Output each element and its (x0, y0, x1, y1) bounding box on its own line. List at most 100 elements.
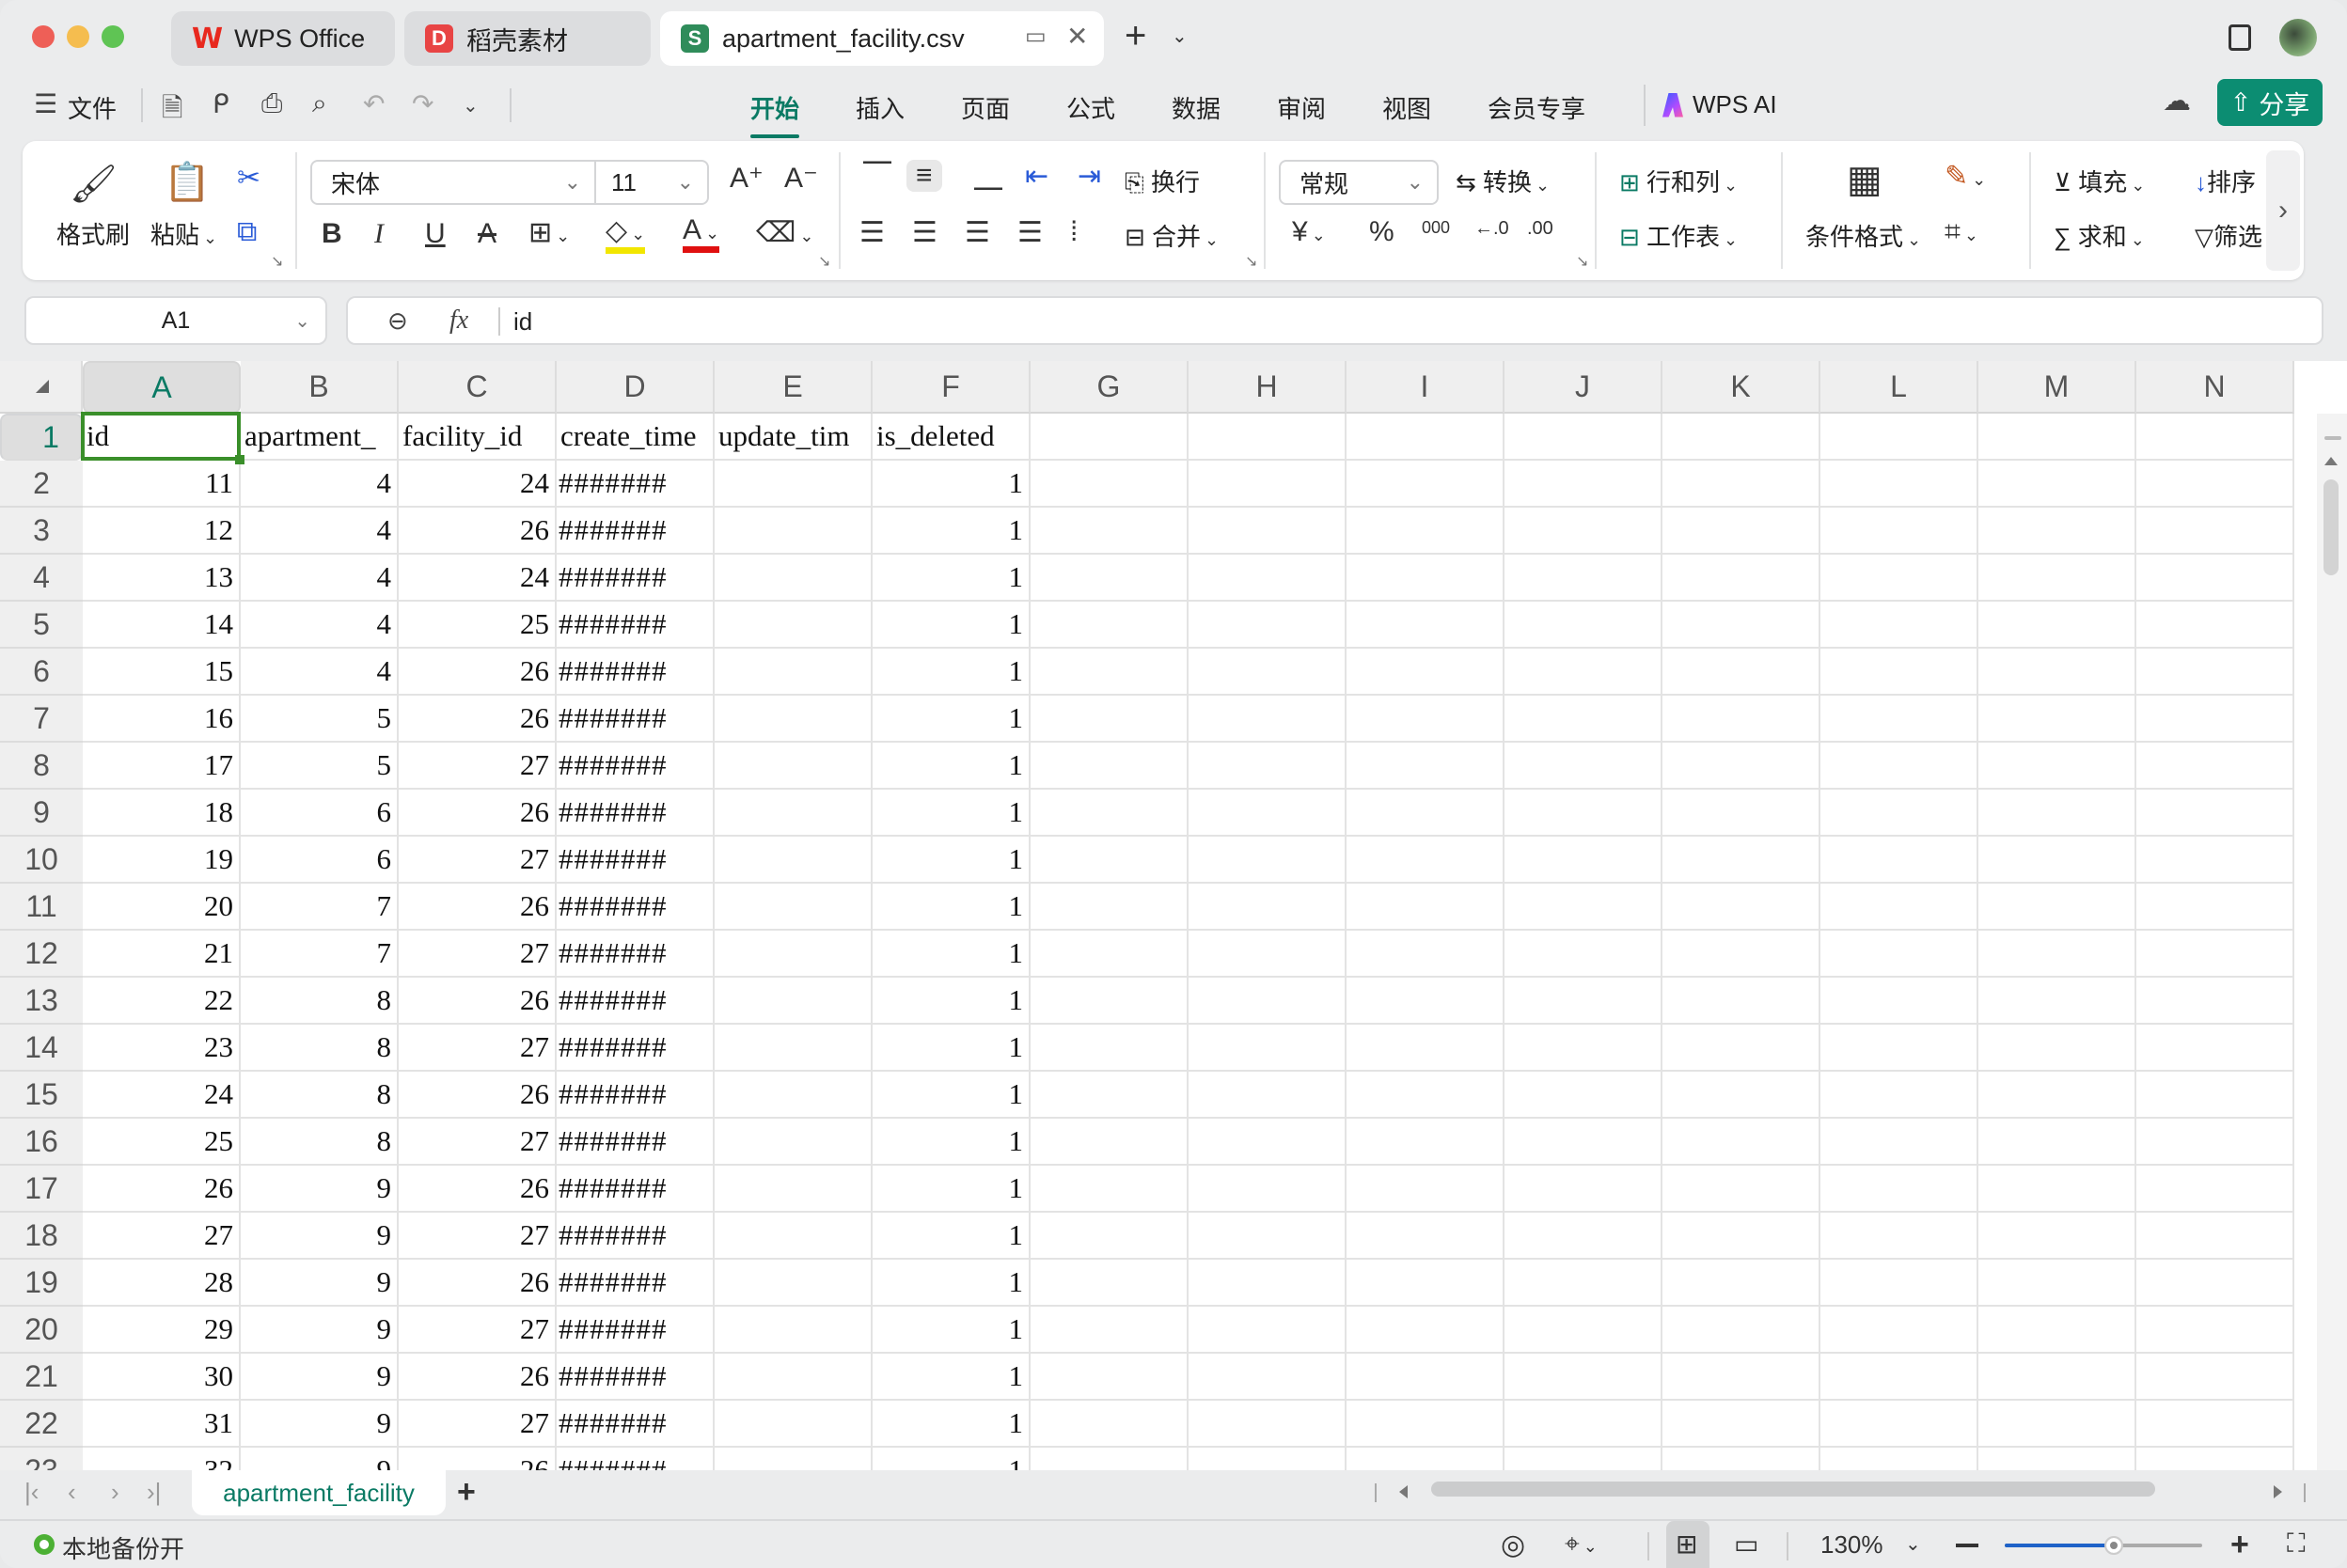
wps-ai-button[interactable]: WPS AI (1662, 90, 1777, 119)
cell-g5[interactable] (1031, 602, 1189, 649)
cell-m7[interactable] (1978, 696, 2136, 743)
cell-j7[interactable] (1504, 696, 1662, 743)
cell-b12[interactable]: 7 (241, 931, 399, 978)
cell-j11[interactable] (1504, 884, 1662, 931)
cell-l20[interactable] (1820, 1307, 1978, 1354)
cell-k15[interactable] (1662, 1072, 1820, 1119)
window-mode-icon[interactable] (2229, 24, 2251, 51)
cell-b21[interactable]: 9 (241, 1354, 399, 1401)
cell-c20[interactable]: 27 (399, 1307, 557, 1354)
fill-color-icon[interactable]: ◇ ⌄ (606, 214, 646, 254)
cell-g17[interactable] (1031, 1166, 1189, 1213)
cell-g11[interactable] (1031, 884, 1189, 931)
cell-j6[interactable] (1504, 649, 1662, 696)
cell-d3[interactable]: ####### (557, 508, 715, 555)
cell-i1[interactable] (1347, 414, 1504, 461)
cell-k2[interactable] (1662, 461, 1820, 508)
format-painter-icon[interactable]: 🖌 (70, 162, 118, 206)
worksheet-button[interactable]: ⊟ 工作表 ⌄ (1619, 218, 1738, 253)
cell-f3[interactable]: 1 (873, 508, 1031, 555)
cell-m11[interactable] (1978, 884, 2136, 931)
cell-e17[interactable] (715, 1166, 873, 1213)
cell-j17[interactable] (1504, 1166, 1662, 1213)
cell-j8[interactable] (1504, 743, 1662, 790)
cloud-sync-icon[interactable]: ☁ (2163, 85, 2191, 118)
cell-n15[interactable] (2136, 1072, 2294, 1119)
cell-l6[interactable] (1820, 649, 1978, 696)
cell-m14[interactable] (1978, 1025, 2136, 1072)
row-header[interactable]: 21 (0, 1354, 83, 1401)
sheet-tab-apartment-facility[interactable]: apartment_facility (192, 1470, 446, 1515)
cell-h3[interactable] (1189, 508, 1347, 555)
cell-m19[interactable] (1978, 1260, 2136, 1307)
row-header[interactable]: 4 (0, 555, 83, 602)
cell-a6[interactable]: 15 (83, 649, 241, 696)
cell-c12[interactable]: 27 (399, 931, 557, 978)
fill-button[interactable]: ⊻ 填充 ⌄ (2054, 164, 2145, 198)
row-header[interactable]: 8 (0, 743, 83, 790)
cell-f16[interactable]: 1 (873, 1119, 1031, 1166)
row-header[interactable]: 14 (0, 1025, 83, 1072)
cell-i23[interactable] (1347, 1448, 1504, 1470)
cell-k18[interactable] (1662, 1213, 1820, 1260)
row-header[interactable]: 18 (0, 1213, 83, 1260)
cell-g22[interactable] (1031, 1401, 1189, 1448)
cell-c1[interactable]: facility_id (399, 414, 557, 461)
cell-g9[interactable] (1031, 790, 1189, 837)
cell-e2[interactable] (715, 461, 873, 508)
cell-k16[interactable] (1662, 1119, 1820, 1166)
cell-f19[interactable]: 1 (873, 1260, 1031, 1307)
cell-n18[interactable] (2136, 1213, 2294, 1260)
filter-button[interactable]: ▽筛选 (2195, 218, 2262, 253)
currency-icon[interactable]: ¥ ⌄ (1292, 216, 1326, 248)
minimize-window-button[interactable] (67, 25, 89, 48)
cell-h20[interactable] (1189, 1307, 1347, 1354)
cell-style-icon[interactable]: ✎ ⌄ (1945, 160, 1986, 193)
cell-border-icon[interactable]: ⌗ ⌄ (1945, 216, 1978, 248)
tab-member[interactable]: 会员专享 (1488, 90, 1585, 125)
cell-m13[interactable] (1978, 978, 2136, 1025)
row-header[interactable]: 12 (0, 931, 83, 978)
cell-e12[interactable] (715, 931, 873, 978)
column-header-c[interactable]: C (399, 361, 557, 414)
new-tab-button[interactable]: + (1125, 15, 1146, 57)
cell-e5[interactable] (715, 602, 873, 649)
column-header-i[interactable]: I (1347, 361, 1504, 414)
cell-b20[interactable]: 9 (241, 1307, 399, 1354)
cell-e9[interactable] (715, 790, 873, 837)
cell-c14[interactable]: 27 (399, 1025, 557, 1072)
cell-i5[interactable] (1347, 602, 1504, 649)
cell-a4[interactable]: 13 (83, 555, 241, 602)
cell-a14[interactable]: 23 (83, 1025, 241, 1072)
cell-c16[interactable]: 27 (399, 1119, 557, 1166)
cell-g7[interactable] (1031, 696, 1189, 743)
cell-a21[interactable]: 30 (83, 1354, 241, 1401)
cell-n9[interactable] (2136, 790, 2294, 837)
cell-j4[interactable] (1504, 555, 1662, 602)
cell-g3[interactable] (1031, 508, 1189, 555)
cell-d10[interactable]: ####### (557, 837, 715, 884)
cell-a18[interactable]: 27 (83, 1213, 241, 1260)
cell-b14[interactable]: 8 (241, 1025, 399, 1072)
cell-h1[interactable] (1189, 414, 1347, 461)
cell-k19[interactable] (1662, 1260, 1820, 1307)
cell-n8[interactable] (2136, 743, 2294, 790)
cell-m4[interactable] (1978, 555, 2136, 602)
cell-h19[interactable] (1189, 1260, 1347, 1307)
cell-h15[interactable] (1189, 1072, 1347, 1119)
cell-i17[interactable] (1347, 1166, 1504, 1213)
cell-e8[interactable] (715, 743, 873, 790)
cell-e1[interactable]: update_tim (715, 414, 873, 461)
cell-b22[interactable]: 9 (241, 1401, 399, 1448)
last-sheet-icon[interactable]: ›| (147, 1478, 161, 1507)
cell-i7[interactable] (1347, 696, 1504, 743)
cell-k20[interactable] (1662, 1307, 1820, 1354)
align-top-icon[interactable]: ⎺ (863, 160, 891, 192)
cell-n23[interactable] (2136, 1448, 2294, 1470)
align-right-icon[interactable]: ☰ (965, 216, 990, 249)
tab-insert[interactable]: 插入 (856, 90, 905, 125)
cell-c7[interactable]: 26 (399, 696, 557, 743)
cell-g21[interactable] (1031, 1354, 1189, 1401)
cell-f21[interactable]: 1 (873, 1354, 1031, 1401)
cell-h6[interactable] (1189, 649, 1347, 696)
